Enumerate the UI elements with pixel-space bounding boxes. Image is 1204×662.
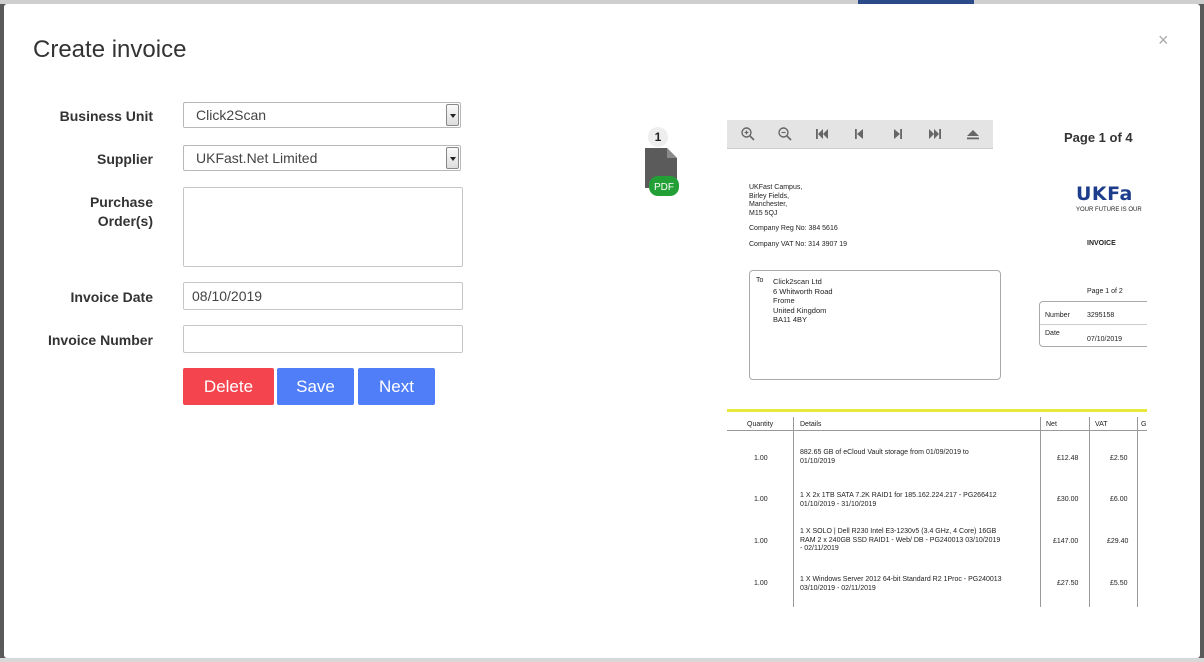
invoice-date-label: Invoice Date [70, 289, 153, 305]
first-page-icon[interactable] [813, 125, 831, 143]
address-line: Birley Fields, [749, 192, 790, 200]
row-net: £12.48 [1057, 455, 1079, 462]
row-net: £147.00 [1053, 538, 1079, 545]
save-button[interactable]: Save [277, 368, 354, 405]
background-page-bottom [0, 658, 1204, 662]
file-count-badge: 1 [648, 127, 668, 147]
prev-page-icon[interactable] [850, 125, 868, 143]
next-button[interactable]: Next [358, 368, 435, 405]
modal-title: Create invoice [33, 36, 187, 63]
row-qty: 1.00 [754, 496, 768, 503]
supplier-label: Supplier [96, 151, 153, 167]
row-details: 1 X SOLO | Dell R230 Intel E3-1230v5 (3.… [800, 528, 1001, 552]
date-label: Date [1045, 330, 1060, 337]
row-qty: 1.00 [754, 538, 768, 545]
row-vat: £6.00 [1110, 496, 1128, 503]
invoice-number-label: Invoice Number [47, 332, 153, 348]
zoom-out-icon[interactable] [776, 125, 794, 143]
recipient-line: United Kingdom [773, 305, 827, 315]
col-gross: G [1141, 421, 1147, 428]
purchase-orders-label-line-2: Order(s) [97, 213, 153, 229]
purchase-orders-label-line-1: Purchase [89, 194, 153, 210]
col-quantity: Quantity [747, 421, 774, 428]
delete-button[interactable]: Delete [183, 368, 274, 405]
row-details: 1 X Windows Server 2012 64-bit Standard … [800, 576, 1002, 592]
chevron-down-icon[interactable] [446, 104, 459, 126]
recipient-line: Frome [773, 296, 795, 305]
create-invoice-modal: Create invoice × Business Unit Click2Sca… [4, 4, 1200, 658]
pdf-label: PDF [654, 182, 674, 193]
eject-icon[interactable] [964, 125, 982, 143]
chevron-down-icon[interactable] [446, 147, 459, 169]
to-label: To [756, 277, 764, 284]
next-page-icon[interactable] [889, 125, 907, 143]
row-vat: £29.40 [1107, 538, 1129, 545]
address-block: UKFast Campus, Birley Fields, Manchester… [749, 184, 802, 218]
address-line: Manchester, [749, 201, 788, 208]
supplier-value: UKFast.Net Limited [196, 150, 318, 166]
zoom-in-icon[interactable] [739, 125, 757, 143]
row-net: £27.50 [1057, 580, 1079, 587]
address-line: UKFast Campus, [749, 184, 803, 191]
recipient-address: Click2scan Ltd 6 Whitworth Road Frome Un… [773, 277, 833, 325]
invoice-heading: INVOICE [1087, 240, 1116, 247]
invoice-date-input[interactable]: 08/10/2019 [183, 282, 463, 310]
date-value: 07/10/2019 [1087, 336, 1123, 343]
table-header-divider [727, 430, 1147, 431]
purchase-orders-label: Purchase Order(s) [4, 193, 153, 231]
business-unit-value: Click2Scan [196, 107, 267, 123]
page-indicator: Page 1 of 4 [1064, 130, 1133, 145]
recipient-line: Click2scan Ltd [773, 277, 822, 286]
number-value: 3295158 [1087, 312, 1115, 319]
invoice-document-preview: UKFast Campus, Birley Fields, Manchester… [727, 174, 1147, 608]
recipient-line: 6 Whitworth Road [773, 286, 833, 296]
col-net: Net [1046, 421, 1057, 428]
company-vat: Company VAT No: 314 3907 19 [749, 241, 848, 248]
row-details: 1 X 2x 1TB SATA 7.2K RAID1 for 185.162.2… [800, 492, 997, 508]
row-qty: 1.00 [754, 455, 768, 462]
recipient-box: To Click2scan Ltd 6 Whitworth Road Frome… [749, 270, 1001, 380]
row-net: £30.00 [1057, 496, 1079, 503]
company-reg: Company Reg No: 384 5616 [749, 225, 838, 232]
invoice-number-input[interactable] [183, 325, 463, 353]
logo-tagline: YOUR FUTURE IS OUR [1076, 207, 1142, 213]
number-label: Number [1045, 312, 1070, 319]
ukfast-logo: UKFa [1076, 183, 1133, 205]
pdf-file-icon[interactable]: PDF [645, 148, 681, 198]
row-vat: £2.50 [1110, 455, 1128, 462]
last-page-icon[interactable] [926, 125, 944, 143]
row-qty: 1.00 [754, 580, 768, 587]
supplier-select[interactable]: UKFast.Net Limited [183, 145, 461, 171]
row-details: 882.65 GB of eCloud Vault storage from 0… [800, 449, 969, 465]
accent-divider [727, 409, 1147, 412]
col-details: Details [800, 421, 822, 428]
pdf-viewer-toolbar [727, 120, 993, 149]
purchase-orders-textarea[interactable] [183, 187, 463, 267]
logo-text: UKFa [1076, 183, 1133, 205]
recipient-line: BA11 4BY [773, 315, 808, 324]
business-unit-label: Business Unit [59, 108, 153, 124]
col-vat: VAT [1095, 421, 1108, 428]
close-icon[interactable]: × [1158, 31, 1169, 49]
address-line: M15 5QJ [749, 209, 778, 217]
doc-page-of: Page 1 of 2 [1087, 288, 1123, 295]
row-vat: £5.50 [1110, 580, 1128, 587]
business-unit-select[interactable]: Click2Scan [183, 102, 461, 128]
invoice-number-box: Number 3295158 Date 07/10/2019 [1039, 301, 1147, 347]
